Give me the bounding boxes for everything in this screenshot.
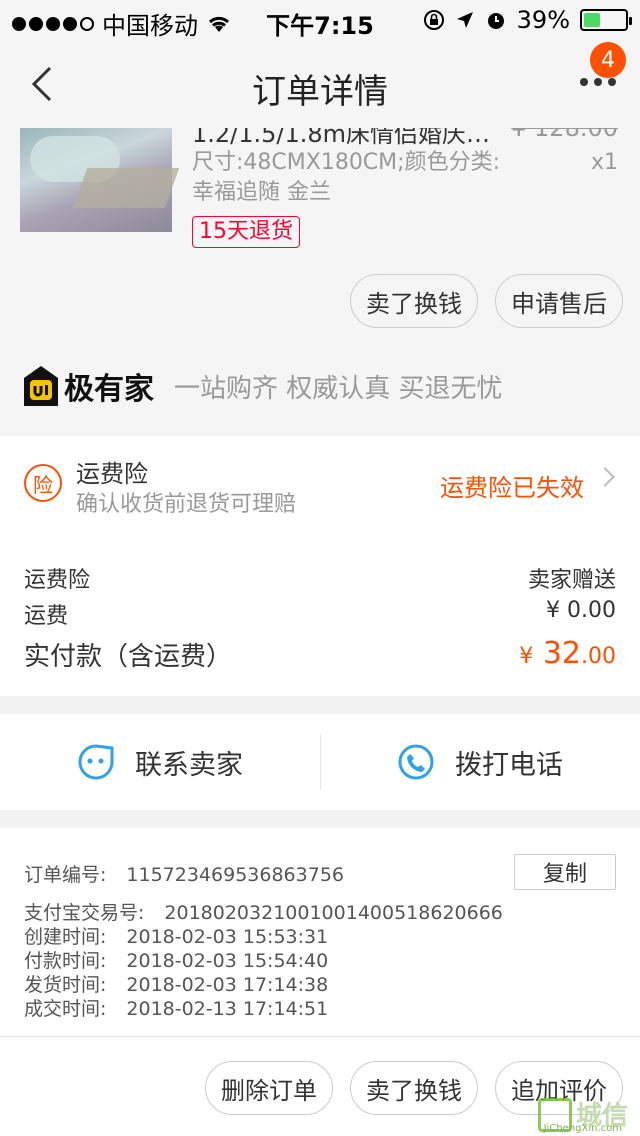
brand-slogan: 一站购齐 权威认真 买退无忧 <box>174 373 503 404</box>
battery-icon <box>580 9 632 31</box>
paid-time-row: 付款时间: 2018-02-03 15:54:40 <box>24 950 329 972</box>
product-quantity: x1 <box>590 150 618 175</box>
row-label: 运费 <box>24 604 69 629</box>
status-right: 39% <box>423 6 632 34</box>
row-label: 运费险 <box>24 568 91 593</box>
battery-level <box>584 13 600 27</box>
row-value: ¥ 0.00 <box>546 598 616 623</box>
alipay-trade-row: 支付宝交易号: 2018020321001001400518620666 <box>24 902 503 924</box>
contact-seller-button[interactable]: 联系卖家 <box>0 714 320 810</box>
status-bar: 中国移动 下午7:15 39% <box>0 0 640 40</box>
payment-summary-card: 险 运费险 确认收货前退货可理赔 运费险已失效 运费险 卖家赠送 运费 ¥ 0.… <box>0 436 640 696</box>
call-phone-label: 拨打电话 <box>455 749 563 781</box>
brand-name: 极有家 <box>64 372 154 407</box>
insurance-description: 确认收货前退货可理赔 <box>76 492 297 517</box>
more-menu-icon[interactable] <box>580 78 616 86</box>
divider <box>320 734 321 790</box>
chat-face-icon <box>78 744 114 780</box>
alipay-trade-number: 2018020321001001400518620666 <box>164 902 503 924</box>
rotation-lock-icon <box>423 10 444 30</box>
call-phone-button[interactable]: 拨打电话 <box>320 714 640 810</box>
location-icon <box>456 12 473 28</box>
message-count-badge: 4 <box>590 42 626 78</box>
alarm-icon <box>487 13 504 29</box>
sell-for-cash-button[interactable]: 卖了换钱 <box>350 274 478 328</box>
brand-logo-icon <box>24 366 58 406</box>
contact-card: 联系卖家 拨打电话 <box>0 714 640 810</box>
created-time-row: 创建时间: 2018-02-03 15:53:31 <box>24 926 329 948</box>
order-number-row: 订单编号: 115723469536863756 <box>24 864 344 886</box>
paid-total-amount: ¥ 32.00 <box>519 636 616 671</box>
nav-bar: 订单详情 4 <box>0 40 640 128</box>
delete-order-button[interactable]: 删除订单 <box>205 1061 333 1115</box>
product-thumbnail[interactable] <box>20 128 172 232</box>
watermark: 城信 JiChengXin.com <box>537 1095 628 1134</box>
sell-for-cash-button[interactable]: 卖了换钱 <box>350 1061 478 1115</box>
watermark-subtext: JiChengXin.com <box>543 1123 622 1134</box>
chevron-right-icon[interactable] <box>595 467 615 487</box>
bottom-action-bar: 删除订单 卖了换钱 追加评价 城信 JiChengXin.com <box>0 1036 640 1136</box>
after-sale-button[interactable]: 申请售后 <box>495 274 623 328</box>
paid-total-row: 实付款（含运费） ¥ 32.00 <box>24 636 616 673</box>
phone-icon <box>398 744 434 780</box>
order-number: 115723469536863756 <box>126 864 344 886</box>
insurance-title: 运费险 <box>76 460 148 488</box>
shipping-insurance-row: 运费险 卖家赠送 <box>24 562 616 594</box>
page-title: 订单详情 <box>252 72 388 112</box>
completed-time-row: 成交时间: 2018-02-13 17:14:51 <box>24 998 329 1020</box>
product-spec: 尺寸:48CMX180CM;颜色分类:幸福追随 金兰 <box>192 150 500 205</box>
shipped-time-row: 发货时间: 2018-02-03 17:14:38 <box>24 974 329 996</box>
insurance-status-link[interactable]: 运费险已失效 <box>440 468 584 503</box>
order-detail-screen: 中国移动 下午7:15 39% 订单详情 4 1.2/1.5/1.8m床情侣婚庆… <box>0 0 640 1136</box>
paid-total-label: 实付款（含运费） <box>24 642 233 672</box>
product-title[interactable]: 1.2/1.5/1.8m床情侣婚庆… <box>192 128 490 149</box>
copy-order-number-button[interactable]: 复制 <box>514 854 616 890</box>
order-info-card: 订单编号: 115723469536863756 复制 支付宝交易号: 201802… <box>0 828 640 1038</box>
battery-percent: 39% <box>516 6 570 34</box>
return-policy-tag: 15天退货 <box>192 216 300 248</box>
row-value: 卖家赠送 <box>527 568 616 593</box>
contact-seller-label: 联系卖家 <box>135 749 243 781</box>
product-original-price: ¥ 128.00 <box>511 128 618 142</box>
insurance-icon: 险 <box>24 464 62 502</box>
shipping-fee-row: 运费 ¥ 0.00 <box>24 598 616 630</box>
